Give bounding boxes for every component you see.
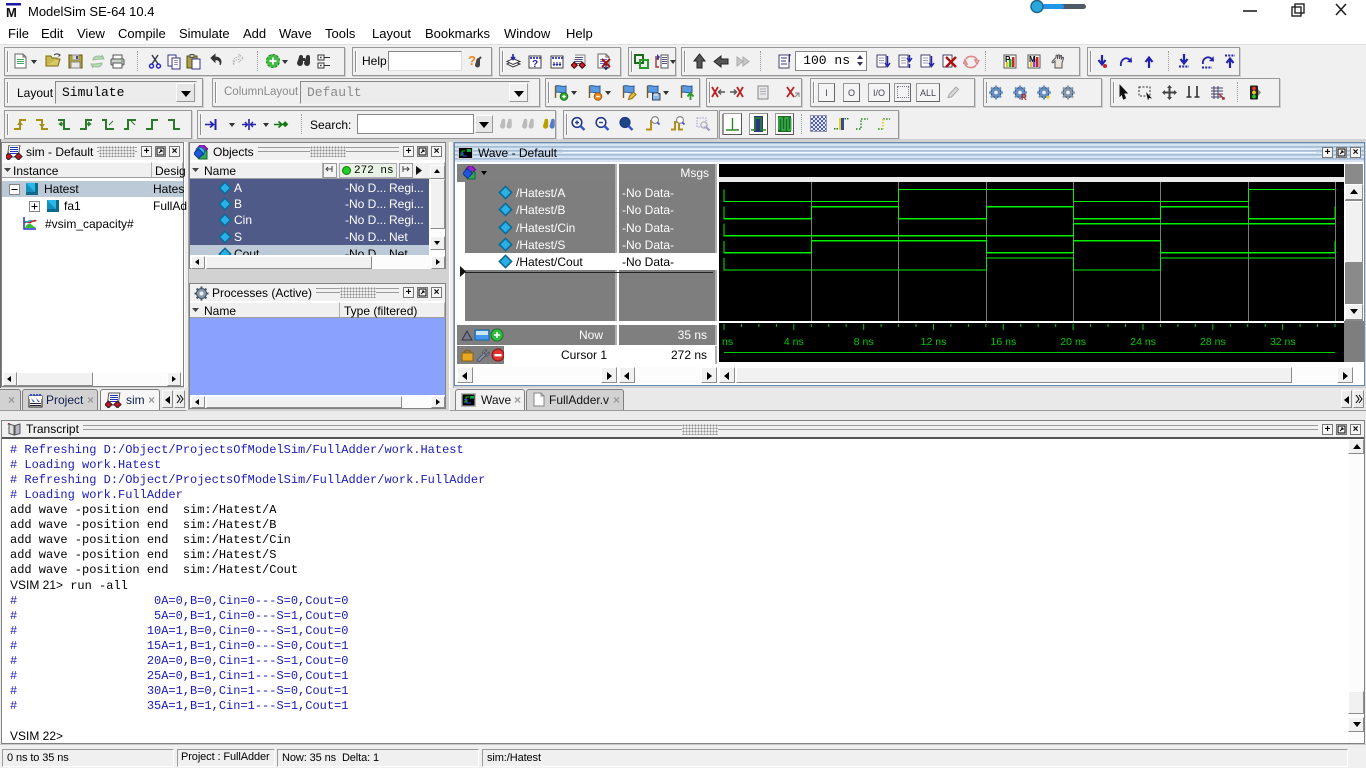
svg-text:?: ? [532,59,538,70]
svg-text:16 ns: 16 ns [991,336,1017,348]
svg-text:P: P [1005,55,1011,64]
svg-text:28 ns: 28 ns [1200,336,1226,348]
svg-text:R: R [1021,93,1027,101]
svg-text:20 ns: 20 ns [1060,336,1086,348]
svg-text:32 ns: 32 ns [1270,336,1296,348]
svg-text:24 ns: 24 ns [1130,336,1156,348]
svg-text:4 ns: 4 ns [784,336,804,348]
svg-text:8 ns: 8 ns [854,336,874,348]
svg-text:M: M [1029,55,1036,64]
svg-text:M: M [6,5,17,20]
svg-text:?: ? [468,53,476,68]
svg-text:ns: ns [722,336,733,348]
svg-text:12 ns: 12 ns [921,336,947,348]
